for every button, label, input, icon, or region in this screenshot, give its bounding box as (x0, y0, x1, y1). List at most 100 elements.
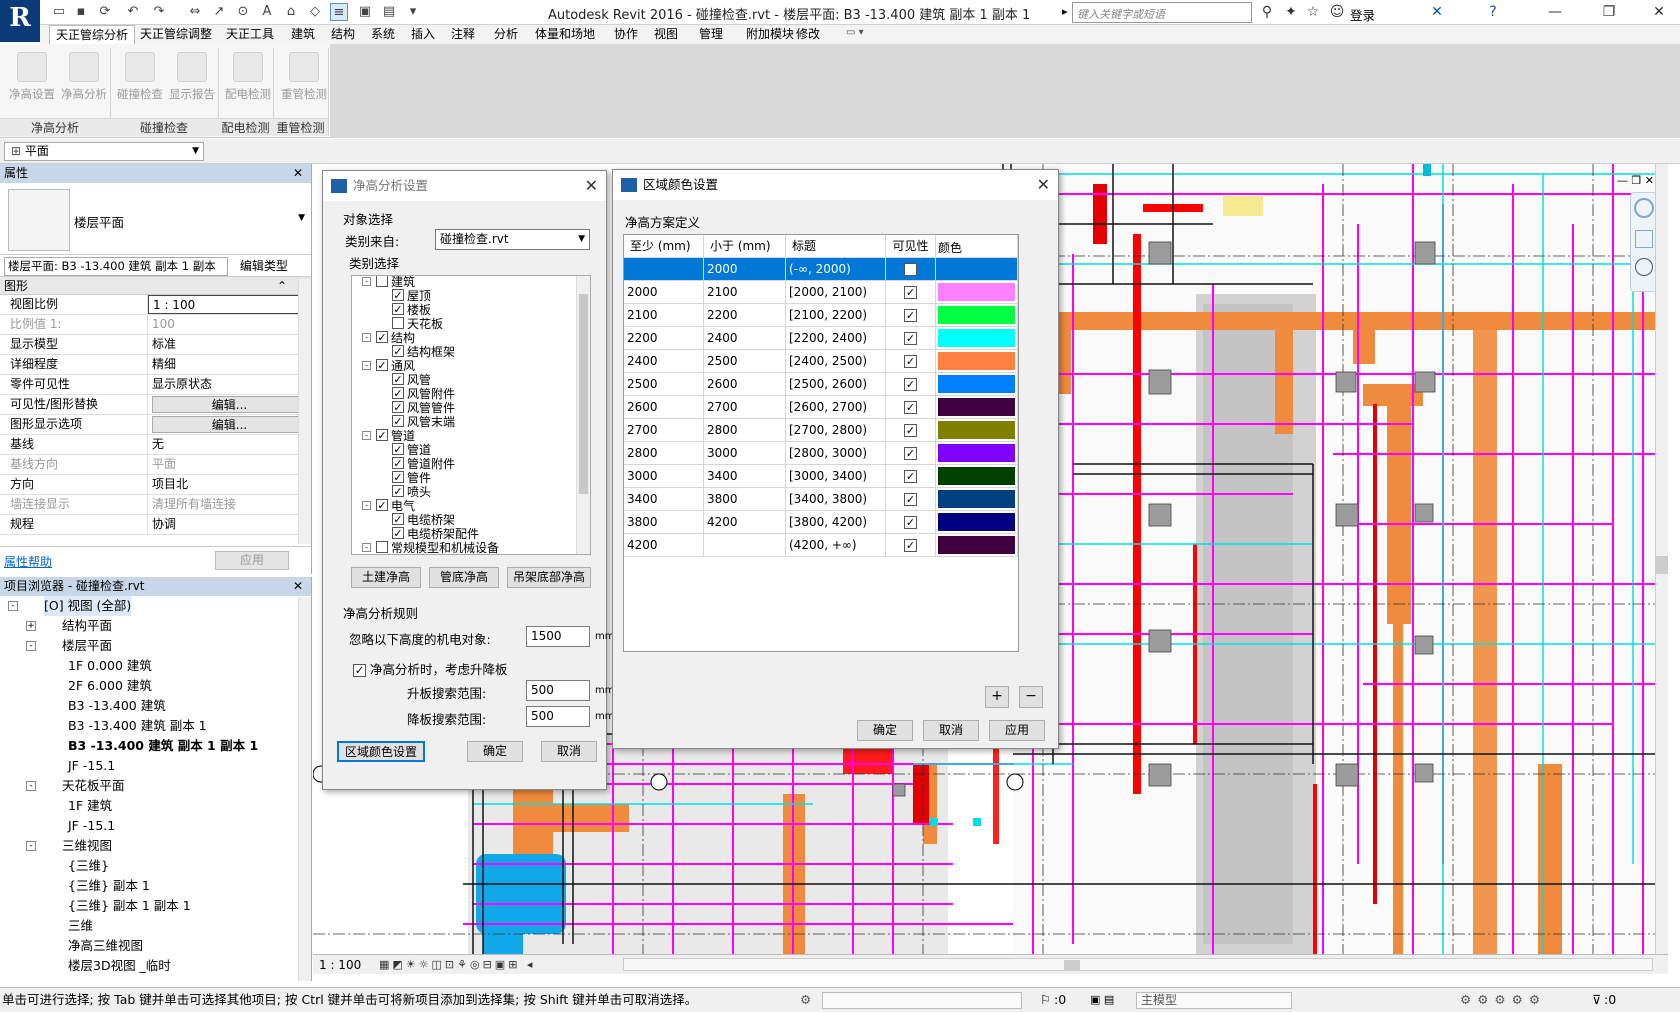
sync-icon[interactable]: ⟳ (96, 3, 114, 21)
color-swatch[interactable] (938, 421, 1015, 439)
browser-scrollbar[interactable] (298, 597, 311, 981)
property-value[interactable]: 100 (148, 315, 311, 334)
text-icon[interactable]: A (258, 3, 276, 21)
workset-dropdown[interactable] (822, 992, 1022, 1009)
color-swatch[interactable] (938, 329, 1015, 347)
category-item[interactable]: ✓ 管道 (352, 443, 572, 457)
expand-toggle-icon[interactable]: - (8, 601, 18, 611)
zoom-extents-icon[interactable] (1635, 258, 1653, 276)
min-cell[interactable]: 3000 (624, 465, 704, 487)
tab-11[interactable]: 视图 (648, 25, 684, 44)
filter-icon[interactable]: ⊽ (1592, 988, 1601, 1012)
visibility-checkbox[interactable]: ✓ (904, 493, 917, 506)
ignore-height-input[interactable]: 1500 (526, 626, 590, 647)
category-item[interactable]: ✓ 风管附件 (352, 387, 572, 401)
browser-item[interactable]: B3 -13.400 建筑 副本 1 (0, 716, 311, 736)
collapse-toggle-icon[interactable]: - (362, 277, 371, 286)
view-scale[interactable]: 1 : 100 (319, 955, 361, 975)
category-item[interactable]: 天花板 (352, 317, 572, 331)
color-cell[interactable] (936, 534, 1018, 556)
color-swatch[interactable] (938, 306, 1015, 324)
min-cell[interactable]: 3800 (624, 511, 704, 533)
tab-1[interactable]: 天正管综调整 (134, 25, 218, 44)
category-checkbox[interactable]: ✓ (392, 443, 404, 455)
visibility-checkbox[interactable]: ✓ (904, 263, 917, 276)
property-value[interactable]: 显示原状态 (148, 375, 311, 394)
properties-group[interactable]: 图形 ⌃ (0, 277, 311, 295)
category-checkbox[interactable]: ✓ (392, 401, 404, 413)
visibility-checkbox[interactable]: ✓ (904, 401, 917, 414)
source-dropdown[interactable]: 碰撞检查.rvt ▼ (435, 229, 590, 250)
save-icon[interactable]: ▪ (72, 3, 90, 21)
view-control-icons[interactable]: ▦◩☀☼◫⊡⚘◎⊟▣⊞ ◂ (379, 955, 535, 975)
min-cell[interactable]: 2500 (624, 373, 704, 395)
ribbon-button-4[interactable]: 配电检测 (222, 50, 274, 110)
minimize-icon[interactable]: — (1546, 3, 1564, 21)
property-row[interactable]: 规程 协调 (0, 515, 311, 535)
max-cell[interactable]: 2600 (704, 373, 786, 395)
restore-icon[interactable]: ❐ (1600, 3, 1618, 21)
color-cell[interactable] (936, 281, 1018, 303)
collapse-toggle-icon[interactable]: - (362, 543, 371, 552)
property-row[interactable]: 方向 项目北 (0, 475, 311, 495)
tab-2[interactable]: 天正工具 (220, 25, 280, 44)
color-cell[interactable] (936, 442, 1018, 464)
category-item[interactable]: - 建筑 (352, 276, 572, 289)
browser-item[interactable]: {三维} 副本 1 副本 1 (0, 896, 311, 916)
customize-qat-icon[interactable]: ▾ (404, 3, 422, 21)
color-swatch[interactable] (938, 467, 1015, 485)
table-row[interactable]: 2000 2100 [2000, 2100) ✓ (624, 281, 1018, 304)
category-item[interactable]: - ✓ 结构 (352, 331, 572, 345)
color-cell[interactable] (936, 304, 1018, 326)
measure-icon[interactable]: ⇔ (186, 3, 204, 21)
category-item[interactable]: ✓ 电缆桥架配件 (352, 527, 572, 541)
tab-8[interactable]: 分析 (488, 25, 524, 44)
ribbon-button-3[interactable]: 显示报告 (166, 50, 218, 110)
color-cell[interactable] (936, 373, 1018, 395)
max-cell[interactable]: 2200 (704, 304, 786, 326)
revit-logo[interactable]: R (0, 0, 40, 42)
browser-item[interactable]: {三维} (0, 856, 311, 876)
edit-type-button[interactable]: 编辑类型 (240, 259, 288, 273)
color-swatch[interactable] (938, 536, 1015, 554)
close-view-icon[interactable]: ✕ (1645, 174, 1654, 187)
category-checkbox[interactable]: ✓ (376, 359, 388, 371)
category-item[interactable]: - 常规模型和机械设备 (352, 541, 572, 554)
max-cell[interactable]: 3000 (704, 442, 786, 464)
worksets-icon[interactable]: ⚙ (800, 988, 811, 1012)
visibility-checkbox[interactable]: ✓ (904, 470, 917, 483)
switch-windows-icon[interactable]: ▤ (380, 3, 398, 21)
expand-toggle-icon[interactable]: - (26, 841, 36, 851)
max-cell[interactable]: 3800 (704, 488, 786, 510)
browser-item[interactable]: 2F 6.000 建筑 (0, 676, 311, 696)
collapse-toggle-icon[interactable]: - (362, 501, 371, 510)
min-cell[interactable] (624, 258, 704, 280)
browser-item[interactable]: JF -15.1 (0, 756, 311, 776)
table-row[interactable]: 2100 2200 [2100, 2200) ✓ (624, 304, 1018, 327)
clearance-mode-button[interactable]: 土建净高 (351, 567, 421, 588)
category-checkbox[interactable] (376, 276, 388, 287)
color-swatch[interactable] (938, 352, 1015, 370)
category-item[interactable]: ✓ 屋顶 (352, 289, 572, 303)
horizontal-scrollbar[interactable] (623, 958, 1653, 971)
property-edit-button[interactable]: 编辑... (152, 416, 307, 433)
consider-checkbox-row[interactable]: ✓ 净高分析时，考虑升降板 (353, 659, 508, 678)
tab-10[interactable]: 协作 (608, 25, 644, 44)
section-icon[interactable]: ◇ (306, 3, 324, 21)
browser-item[interactable]: 三维 (0, 916, 311, 936)
browser-item[interactable]: + 结构平面 (0, 616, 311, 636)
view-type-dropdown[interactable]: ⊞ 平面 ▼ (4, 142, 204, 161)
browser-item[interactable]: - 三维视图 (0, 836, 311, 856)
property-value[interactable]: 协调 (148, 515, 311, 534)
category-scrollbar[interactable] (576, 276, 590, 554)
zoom-icon[interactable] (1635, 230, 1653, 248)
property-value[interactable]: 精细 (148, 355, 311, 374)
restore-view-icon[interactable]: ❐ (1631, 174, 1641, 187)
collapse-toggle-icon[interactable]: - (362, 333, 371, 342)
category-tree[interactable]: - 建筑 ✓ 屋顶 ✓ 楼板 天花板 - ✓ 结构 ✓ 结构框架 - ✓ 通风 ✓ 风管 ✓ 风管附件 ✓ 风管管件 ✓ 风… (351, 275, 591, 555)
category-item[interactable]: ✓ 喷头 (352, 485, 572, 499)
property-row[interactable]: 基线无 (0, 435, 311, 455)
browser-item[interactable]: - [O] 视图 (全部) (0, 596, 311, 616)
category-checkbox[interactable]: ✓ (392, 471, 404, 483)
ok-button[interactable]: 确定 (857, 720, 913, 741)
